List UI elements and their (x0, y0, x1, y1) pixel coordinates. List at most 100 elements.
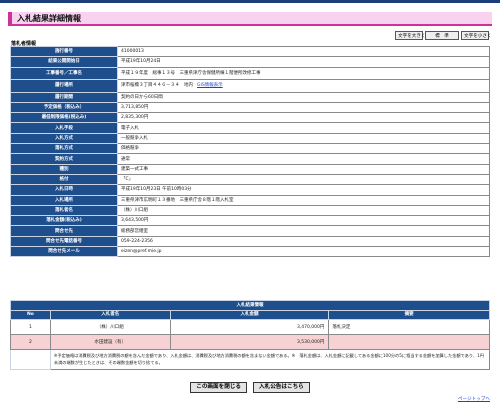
info-row: 問合せ先メール eizen@pref.mie.jp (10, 246, 490, 258)
info-row-value-text: 通常 (121, 156, 130, 162)
info-row-value-text: eizen@pref.mie.jp (121, 249, 162, 255)
page-title: 入札結果詳細情報 (17, 14, 81, 23)
info-row: 落札金額(税込み) 3,643,500円 (10, 215, 490, 227)
font-standard-button[interactable]: 標 準 (425, 31, 459, 40)
info-row-label: 落札者名 (10, 204, 118, 217)
info-row-value-text: 平成１９年度 総事１３号 三重県津庁舎保健所棟１階便所改修工事 (121, 70, 261, 76)
info-row-value-text: 41000013 (121, 49, 144, 55)
award-info-table: 施行番号 41000013 結果公開開始日 平成19年10月24日 工事番号／工事名 平成… (10, 45, 490, 258)
info-row: 予定価格（税込み） 3,713,850円 (10, 101, 490, 114)
info-row-value-text: 一般競争入札 (121, 135, 148, 141)
info-row: 契約方式 通常 (10, 153, 490, 165)
info-row: 入札日時 平成19年10月23日 午前10時03分 (10, 184, 490, 196)
info-row-label: 落札金額(税込み) (10, 215, 118, 227)
info-row-value: 三重県津市広明町１３番地 三重県庁舎８階１階入札室 (117, 194, 490, 206)
info-row-label: 問合せ先メール (10, 246, 118, 258)
info-row-label: 入札場所 (10, 194, 118, 206)
info-row-value: 一般競争入札 (117, 132, 490, 145)
bid-remark: 落札決定 (328, 319, 490, 335)
info-row-label: 契約方式 (10, 153, 118, 165)
note-text: ※予定価格は消費税及び地方消費税の額を含んだ金額であり、入札金額は、消費税及び地… (49, 349, 491, 370)
info-row: 工事番号／工事名 平成１９年度 総事１３号 三重県津庁舎保健所棟１階便所改修工事 (10, 66, 490, 81)
info-row-label: 最低制限価格(税込み) (10, 112, 118, 124)
info-row-value: 059-224-2356 (117, 235, 490, 248)
info-row-value-text: 3,643,500円 (121, 218, 149, 224)
info-row-value-text: 契約の日から60日間 (121, 94, 163, 100)
info-row: 入札場所 三重県津市広明町１３番地 三重県庁舎８階１階入札室 (10, 194, 490, 206)
bid-amount: 3,530,000円 (169, 334, 330, 350)
info-row-value: 契約の日から60日間 (117, 91, 490, 103)
info-row-label: 予定価格（税込み） (10, 101, 118, 114)
info-row-value-text: 平成19年10月24日 (121, 59, 161, 65)
info-row-value-text: 平成19年10月23日 午前10時03分 (121, 187, 192, 193)
info-row-value: 津市桜橋３丁目４４６－３４ 地内 GIS情報表示 (117, 79, 490, 93)
info-row-value-text: 建築一式工事 (121, 166, 148, 172)
info-row-value-text: 3,713,850円 (121, 105, 149, 111)
info-row: 履行期間 契約の日から60日間 (10, 91, 490, 103)
info-row-value: 2,835,300円 (117, 112, 490, 124)
info-row-label: 入札手段 (10, 122, 118, 134)
info-row-value-text: 059-224-2356 (121, 238, 153, 244)
bidder-name: 水田建設（有） (49, 334, 171, 350)
bid-remark (328, 334, 490, 350)
info-row-value: 通常 (117, 153, 490, 165)
info-row-label: 問合せ先 (10, 225, 118, 237)
info-row-label: 入札方式 (10, 132, 118, 145)
info-row-label: 履行場所 (10, 79, 118, 93)
info-row-value-text: 電子入札 (121, 125, 139, 131)
info-row-value: 平成19年10月23日 午前10時03分 (117, 184, 490, 196)
font-larger-button[interactable]: 文字を大きく (395, 31, 426, 40)
info-row-label: 工事番号／工事名 (10, 66, 118, 81)
info-row-value-text: 津市桜橋３丁目４４６－３４ 地内 (121, 83, 193, 89)
info-row-value: 平成19年10月24日 (117, 56, 490, 68)
info-row: 落札方式 価格競争 (10, 143, 490, 155)
info-row-value-text: 2,835,300円 (121, 115, 149, 121)
col-header-remark: 摘要 (328, 310, 490, 320)
top-accent-bar (0, 0, 500, 3)
info-row: 問合せ先電話番号 059-224-2356 (10, 235, 490, 248)
gis-info-link[interactable]: GIS情報表示 (197, 83, 223, 88)
info-row-value-text: 「C」 (121, 177, 134, 183)
bid-results-table: 入札結果情報 No 入札者名 入札金額 摘要 1 （株）川口組 3,470,00… (10, 300, 491, 370)
info-row-value-text: 価格競争 (121, 146, 139, 152)
info-row: 落札者名 （株）川口組 (10, 204, 490, 217)
info-row-value: 「C」 (117, 173, 490, 186)
row-no: 2 (10, 334, 51, 350)
close-window-button[interactable]: この画面を閉じる (190, 382, 247, 393)
info-row-label: 格付 (10, 173, 118, 186)
bottom-button-bar: この画面を閉じる 入札公告はこちら (0, 382, 500, 393)
info-row-value-text: （株）川口組 (121, 208, 148, 213)
info-row: 種別 建築一式工事 (10, 163, 490, 175)
info-row-value: eizen@pref.mie.jp (117, 246, 490, 258)
info-row-label: 問合せ先電話番号 (10, 235, 118, 248)
bid-notice-button[interactable]: 入札公告はこちら (253, 382, 310, 393)
col-header-no: No (10, 310, 51, 320)
info-row-value: 41000013 (117, 45, 490, 58)
font-size-controls: 文字を大きく 標 準 文字を小さく (395, 31, 492, 40)
info-row: 施行番号 41000013 (10, 45, 490, 58)
results-caption: 入札結果情報 (10, 300, 490, 311)
bid-amount: 3,470,000円 (169, 319, 330, 335)
col-header-bidder: 入札者名 (49, 310, 171, 320)
info-row-label: 履行期間 (10, 91, 118, 103)
info-row-value: 3,643,500円 (117, 215, 490, 227)
info-row: 入札方式 一般競争入札 (10, 132, 490, 145)
info-row: 結果公開開始日 平成19年10月24日 (10, 56, 490, 68)
info-row-value: 総務部営繕室 (117, 225, 490, 237)
bidder-name: （株）川口組 (49, 319, 171, 335)
page-top-link[interactable]: ページトップへ (458, 396, 490, 402)
info-row: 履行場所 津市桜橋３丁目４４６－３４ 地内 GIS情報表示 (10, 79, 490, 93)
info-row-value: 3,713,850円 (117, 101, 490, 114)
info-row: 格付 「C」 (10, 173, 490, 186)
info-row: 問合せ先 総務部営繕室 (10, 225, 490, 237)
info-row-value-text: 総務部営繕室 (121, 228, 148, 234)
table-row: 1 （株）川口組 3,470,000円 落札決定 (10, 319, 490, 335)
info-row-value: 価格競争 (117, 143, 490, 155)
info-row: 入札手段 電子入札 (10, 122, 490, 134)
font-smaller-button[interactable]: 文字を小さく (461, 31, 492, 40)
info-row-label: 施行番号 (10, 45, 118, 58)
note-label: 備考 (10, 349, 51, 370)
info-row-value: （株）川口組 (117, 204, 490, 217)
col-header-amount: 入札金額 (169, 310, 330, 320)
info-row-label: 落札方式 (10, 143, 118, 155)
